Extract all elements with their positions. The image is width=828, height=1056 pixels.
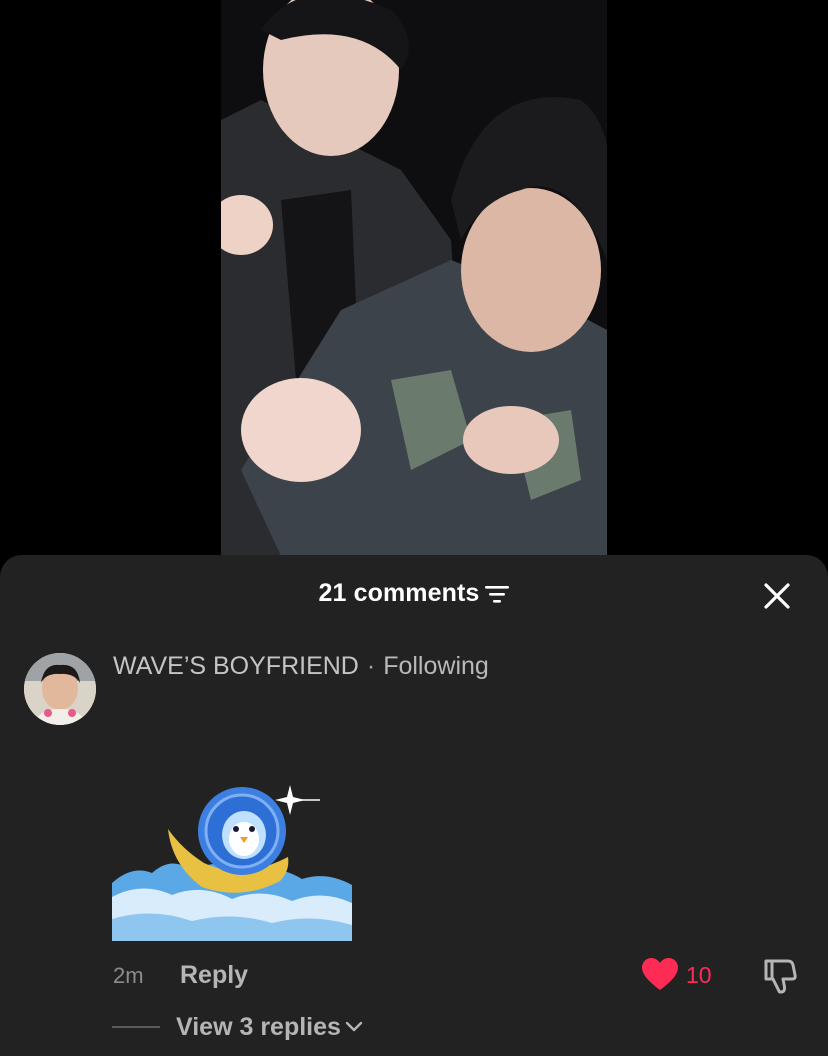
follow-status: Following [383,652,489,680]
chevron-down-icon [345,1010,363,1039]
view-replies-label: View 3 replies [176,1013,341,1041]
dislike-button[interactable] [760,957,798,995]
video-content [221,0,607,556]
comment-sticker[interactable] [112,785,352,941]
heart-icon [642,958,678,990]
comment-username[interactable]: WAVE’S BOYFRIEND [113,652,359,680]
close-icon [764,583,790,609]
video-player[interactable] [0,0,828,556]
reply-button[interactable]: Reply [180,961,248,990]
avatar[interactable] [24,653,96,725]
view-replies-button[interactable]: View 3 replies [176,1010,363,1042]
video-frame[interactable] [221,0,607,556]
separator-dot: · [366,652,376,680]
comment-time: 2m [113,963,144,988]
comments-title[interactable]: 21 comments [0,579,828,611]
like-count: 10 [686,962,712,988]
filter-lines-icon[interactable] [485,582,510,611]
thumbs-down-icon [764,959,797,994]
comments-header: 21 comments [0,555,828,635]
close-button[interactable] [762,581,792,611]
replies-divider [112,1026,160,1028]
comments-count-label: 21 comments [318,579,480,607]
penguin-coin-sticker [112,785,352,941]
like-button[interactable] [642,958,678,992]
comment-header: WAVE’S BOYFRIEND · Following [113,652,489,681]
avatar-image [24,653,96,725]
